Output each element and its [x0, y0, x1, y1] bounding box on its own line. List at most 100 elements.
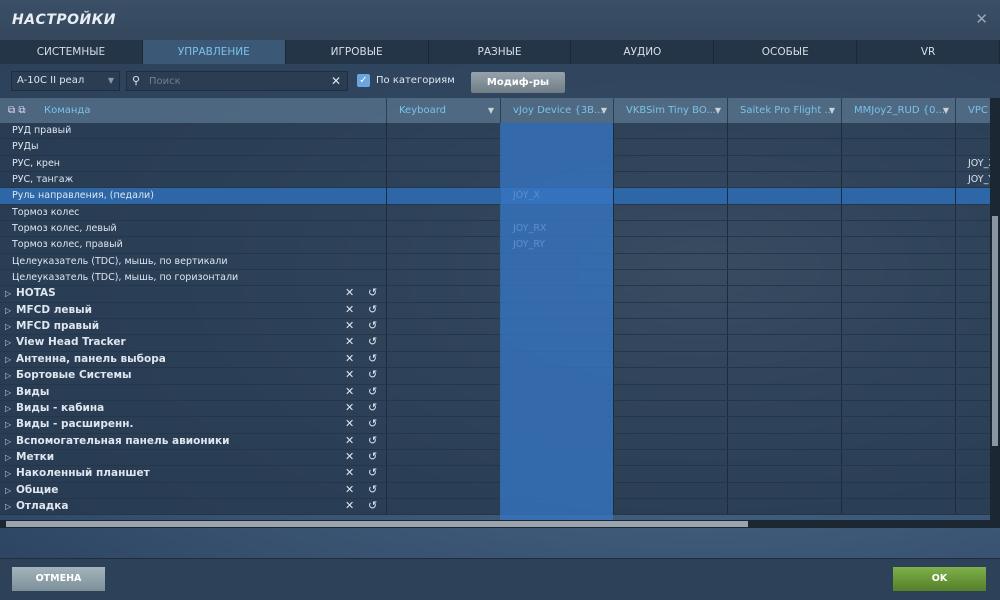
reset-category-icon[interactable]: ↺ [368, 434, 377, 447]
binding-cell[interactable] [955, 123, 990, 139]
clear-category-icon[interactable]: ✕ [345, 417, 354, 430]
category-row[interactable]: ▷ Виды - расширенн. ✕ ↺ [0, 417, 990, 434]
binding-cell[interactable]: JOY_Y [955, 172, 990, 188]
expand-triangle-icon[interactable]: ▷ [5, 385, 11, 400]
search-input[interactable] [149, 73, 329, 89]
clear-category-icon[interactable]: ✕ [345, 499, 354, 512]
reset-category-icon[interactable]: ↺ [368, 368, 377, 381]
vertical-scrollbar[interactable] [990, 98, 1000, 520]
binding-cell[interactable] [841, 417, 955, 433]
expand-collapse-all-icon[interactable]: ⧉ ⧉ [8, 98, 25, 123]
column-header-command[interactable]: ⧉ ⧉ Команда [0, 98, 386, 123]
binding-cell[interactable] [613, 498, 727, 515]
reset-category-icon[interactable]: ↺ [368, 401, 377, 414]
binding-cell[interactable] [841, 335, 955, 351]
binding-cell[interactable] [955, 449, 990, 466]
binding-cell[interactable] [386, 302, 500, 319]
binding-cell[interactable] [386, 319, 500, 335]
binding-cell[interactable] [386, 253, 500, 270]
binding-cell[interactable] [613, 237, 727, 253]
binding-cell[interactable] [613, 466, 727, 482]
chevron-down-icon[interactable]: ▼ [488, 98, 494, 123]
expand-triangle-icon[interactable]: ▷ [5, 401, 11, 416]
binding-cell[interactable] [613, 221, 727, 237]
binding-cell[interactable] [727, 482, 841, 498]
binding-cell[interactable] [727, 172, 841, 188]
binding-cell[interactable] [841, 139, 955, 155]
expand-triangle-icon[interactable]: ▷ [5, 434, 11, 449]
binding-cell[interactable] [500, 384, 613, 400]
by-categories-checkbox[interactable]: ✓ [357, 74, 370, 87]
table-row[interactable]: Тормоз колес, левый JOY_RX [0, 221, 990, 238]
binding-cell[interactable] [613, 253, 727, 270]
category-row[interactable]: ▷ Отладка ✕ ↺ [0, 498, 990, 516]
binding-cell[interactable]: JOY_X [500, 188, 613, 204]
tab-3[interactable]: РАЗНЫЕ [429, 40, 572, 64]
expand-triangle-icon[interactable]: ▷ [5, 417, 11, 432]
binding-cell[interactable] [727, 204, 841, 221]
binding-cell[interactable] [727, 237, 841, 253]
binding-cell[interactable] [386, 335, 500, 351]
binding-cell[interactable] [955, 188, 990, 204]
binding-cell[interactable] [613, 417, 727, 433]
reset-category-icon[interactable]: ↺ [368, 466, 377, 479]
table-row[interactable]: РУС, тангаж JOY_Y [0, 172, 990, 189]
column-header-device[interactable]: VKBSim Tiny BO... ▼ [613, 98, 727, 123]
binding-cell[interactable] [500, 335, 613, 351]
binding-cell[interactable] [727, 433, 841, 449]
ok-button[interactable]: OK [893, 567, 986, 591]
binding-cell[interactable] [727, 139, 841, 155]
binding-cell[interactable] [500, 482, 613, 498]
binding-cell[interactable] [727, 368, 841, 384]
binding-cell[interactable] [727, 449, 841, 466]
binding-cell[interactable] [727, 384, 841, 400]
clear-category-icon[interactable]: ✕ [345, 434, 354, 447]
binding-cell[interactable] [955, 286, 990, 302]
binding-cell[interactable] [841, 368, 955, 384]
binding-cell[interactable] [613, 482, 727, 498]
reset-category-icon[interactable]: ↺ [368, 417, 377, 430]
binding-cell[interactable] [386, 384, 500, 400]
reset-category-icon[interactable]: ↺ [368, 286, 377, 299]
binding-cell[interactable] [500, 155, 613, 172]
tab-1[interactable]: УПРАВЛЕНИЕ [142, 40, 286, 64]
binding-cell[interactable] [841, 302, 955, 319]
clear-category-icon[interactable]: ✕ [345, 385, 354, 398]
binding-cell[interactable] [955, 253, 990, 270]
chevron-down-icon[interactable]: ▼ [715, 98, 721, 123]
binding-cell[interactable] [841, 449, 955, 466]
column-header-device[interactable]: VPC S [955, 98, 990, 123]
binding-cell[interactable] [500, 351, 613, 368]
category-row[interactable]: ▷ Виды ✕ ↺ [0, 384, 990, 401]
binding-cell[interactable] [386, 155, 500, 172]
reset-category-icon[interactable]: ↺ [368, 385, 377, 398]
binding-cell[interactable] [955, 302, 990, 319]
horizontal-scroll-thumb[interactable] [6, 521, 748, 527]
table-row[interactable]: Тормоз колес [0, 204, 990, 222]
expand-triangle-icon[interactable]: ▷ [5, 466, 11, 481]
binding-cell[interactable] [841, 482, 955, 498]
binding-cell[interactable] [500, 286, 613, 302]
binding-cell[interactable] [613, 302, 727, 319]
binding-cell[interactable] [500, 270, 613, 286]
binding-cell[interactable] [727, 466, 841, 482]
binding-cell[interactable] [613, 172, 727, 188]
expand-triangle-icon[interactable]: ▷ [5, 368, 11, 383]
binding-cell[interactable] [841, 188, 955, 204]
clear-category-icon[interactable]: ✕ [345, 286, 354, 299]
binding-cell[interactable] [386, 221, 500, 237]
cancel-button[interactable]: ОТМЕНА [12, 567, 105, 591]
binding-cell[interactable] [386, 466, 500, 482]
binding-cell[interactable] [955, 351, 990, 368]
column-header-device[interactable]: Keyboard ▼ [386, 98, 500, 123]
close-icon[interactable]: ✕ [975, 10, 988, 28]
binding-cell[interactable] [955, 368, 990, 384]
expand-triangle-icon[interactable]: ▷ [5, 303, 11, 318]
binding-cell[interactable] [613, 286, 727, 302]
binding-cell[interactable] [955, 139, 990, 155]
binding-cell[interactable] [386, 417, 500, 433]
binding-cell[interactable] [955, 498, 990, 515]
clear-category-icon[interactable]: ✕ [345, 401, 354, 414]
binding-cell[interactable] [386, 286, 500, 302]
binding-cell[interactable] [727, 123, 841, 139]
